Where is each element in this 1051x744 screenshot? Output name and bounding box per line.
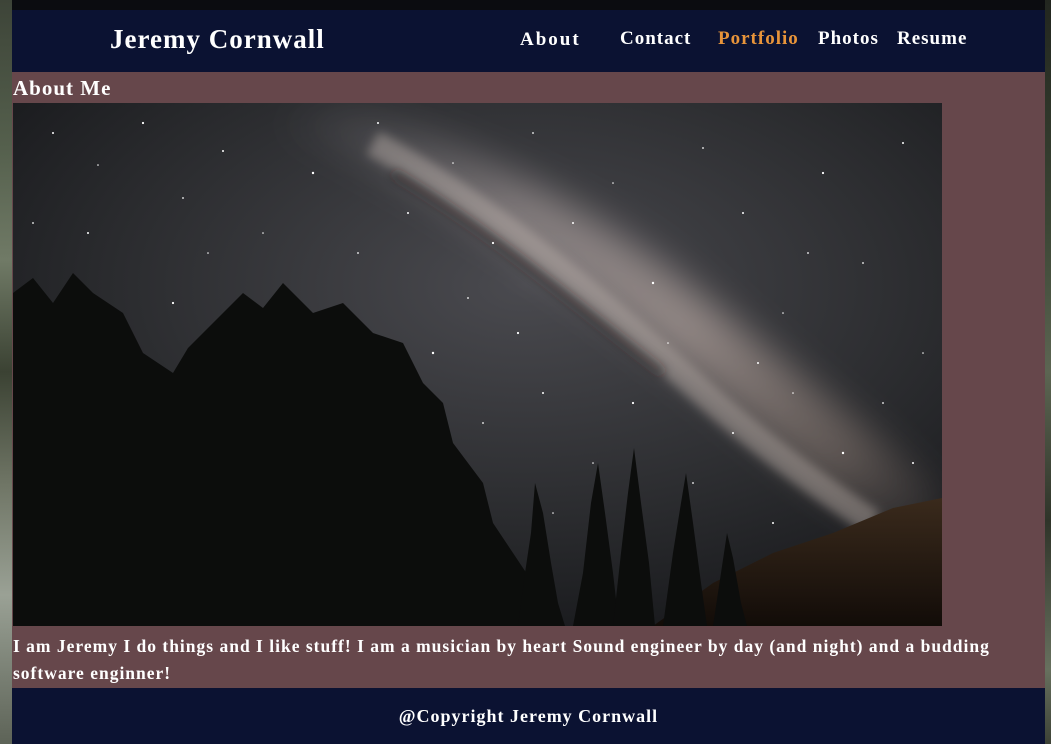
copyright-text: @Copyright Jeremy Cornwall <box>398 706 659 726</box>
nav-link-contact[interactable]: Contact <box>620 28 691 50</box>
nav-link-about[interactable]: About <box>520 29 581 51</box>
site-footer: @Copyright Jeremy Cornwall <box>12 688 1045 744</box>
about-section: About Me I am Jeremy I do things and I l… <box>12 72 1045 688</box>
background-left-strip <box>0 0 12 744</box>
nav-link-portfolio[interactable]: Portfolio <box>718 28 799 50</box>
about-paragraph: I am Jeremy I do things and I like stuff… <box>13 636 990 683</box>
site-header: Jeremy Cornwall About Contact Portfolio … <box>12 10 1045 72</box>
night-sky-illustration <box>13 103 942 626</box>
section-title: About Me <box>13 76 112 100</box>
site-title: Jeremy Cornwall <box>110 24 325 54</box>
background-right-strip <box>1045 0 1051 744</box>
milky-way-photo <box>13 103 942 626</box>
top-edge-bar <box>12 0 1045 10</box>
nav-link-resume[interactable]: Resume <box>897 28 967 50</box>
nav-link-photos[interactable]: Photos <box>818 28 879 50</box>
